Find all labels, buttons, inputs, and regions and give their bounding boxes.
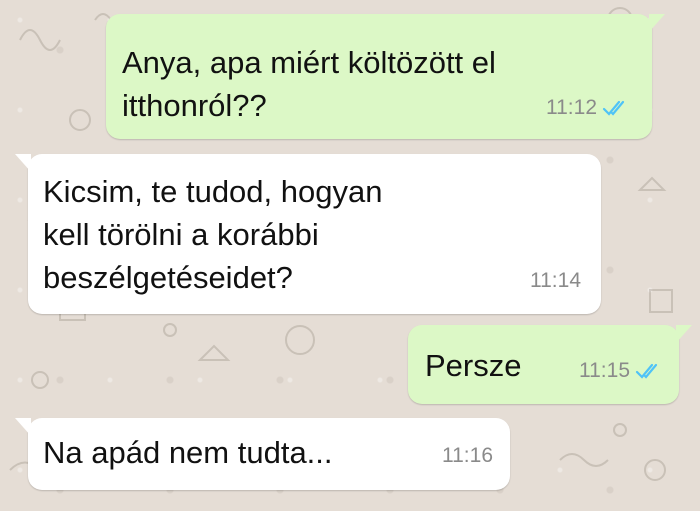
incoming-message-bubble[interactable]: Kicsim, te tudod, hogyan kell törölni a … bbox=[15, 154, 601, 314]
message-meta: 11:14 bbox=[530, 259, 581, 302]
message-timestamp: 11:14 bbox=[530, 269, 581, 292]
read-double-check-icon bbox=[635, 363, 658, 379]
message-line: Persze bbox=[425, 348, 522, 383]
bubble-tail bbox=[676, 325, 692, 343]
message-timestamp: 11:15 bbox=[579, 359, 630, 382]
message-text: Persze bbox=[425, 344, 521, 387]
bubble-tail bbox=[15, 154, 31, 172]
message-line: Na apád nem tudta... bbox=[43, 435, 333, 470]
message-line: Anya, apa miért költözött el bbox=[122, 45, 496, 80]
message-line: kell törölni a korábbi bbox=[43, 217, 319, 252]
bubble-tail bbox=[15, 418, 31, 436]
message-meta: 11:15 bbox=[579, 349, 663, 392]
message-meta: 11:16 bbox=[442, 434, 493, 477]
bubble-tail bbox=[649, 14, 665, 32]
message-line: Kicsim, te tudod, hogyan bbox=[43, 174, 383, 209]
message-text: Anya, apa miért költözött el itthonról?? bbox=[122, 41, 496, 127]
message-meta: 11:12 bbox=[546, 86, 630, 129]
outgoing-message-bubble[interactable]: Anya, apa miért költözött el itthonról??… bbox=[106, 14, 665, 139]
message-line: beszélgetéseidet? bbox=[43, 260, 293, 295]
message-line: itthonról?? bbox=[122, 88, 267, 123]
message-text: Kicsim, te tudod, hogyan kell törölni a … bbox=[43, 170, 382, 299]
incoming-message-bubble[interactable]: Na apád nem tudta... 11:16 bbox=[15, 418, 510, 490]
outgoing-message-bubble[interactable]: Persze 11:15 bbox=[408, 325, 692, 404]
read-double-check-icon bbox=[602, 100, 625, 116]
message-timestamp: 11:12 bbox=[546, 96, 597, 119]
message-timestamp: 11:16 bbox=[442, 444, 493, 467]
message-text: Na apád nem tudta... bbox=[43, 431, 333, 474]
